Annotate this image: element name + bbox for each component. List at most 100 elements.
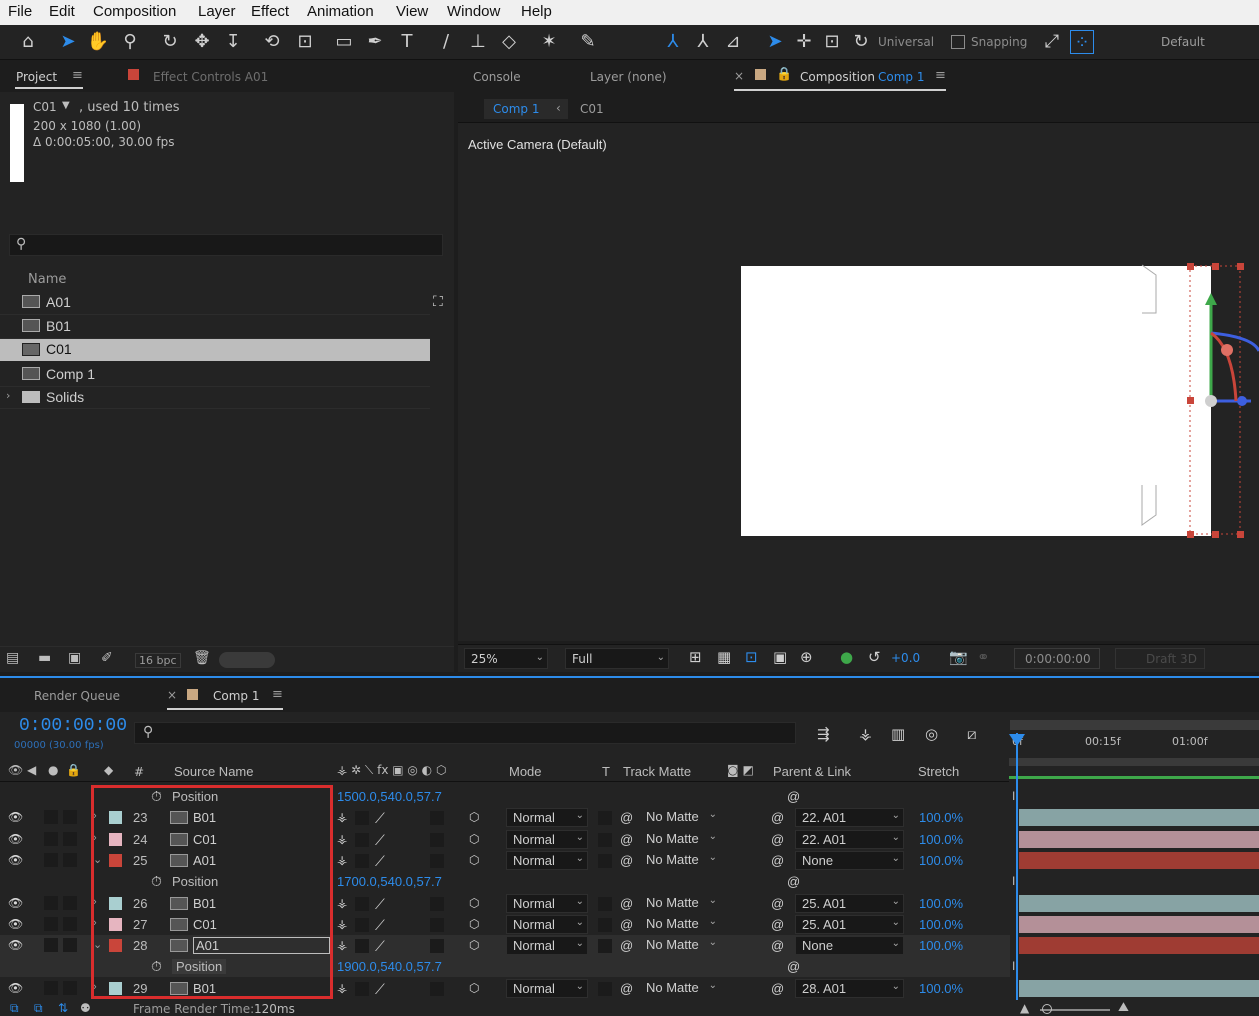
eye-icon[interactable]: 👁: [8, 981, 23, 995]
quality-switch-icon[interactable]: ⟋: [375, 917, 385, 934]
timeline-search-input[interactable]: ⚲: [134, 722, 796, 744]
frame-blending-icon[interactable]: ▥: [891, 725, 905, 743]
lock-toggle[interactable]: [63, 916, 77, 931]
parent-pickwhip-icon[interactable]: @: [771, 896, 784, 911]
grid-guides-icon[interactable]: ⊕: [800, 648, 813, 666]
bounds-handle[interactable]: [1237, 263, 1244, 270]
preserve-transparency-toggle[interactable]: [598, 811, 612, 826]
region-of-interest-icon[interactable]: ▣: [773, 648, 787, 666]
layer-duration-bar[interactable]: [1019, 809, 1259, 827]
new-composition-icon[interactable]: ▣: [68, 650, 81, 666]
rotate-gizmo-icon[interactable]: ↻: [849, 30, 873, 54]
preserve-transparency-toggle[interactable]: [598, 917, 612, 932]
3d-layer-icon[interactable]: ⬡: [469, 981, 479, 995]
parent-dropdown[interactable]: 22. A01 ⌄: [795, 829, 904, 849]
collapse-switch[interactable]: [355, 811, 369, 826]
layer-duration-bar[interactable]: [1019, 851, 1259, 869]
close-icon[interactable]: ×: [734, 69, 744, 83]
layer-duration-bar[interactable]: [1019, 830, 1259, 848]
parent-pickwhip-icon[interactable]: @: [771, 853, 784, 868]
pickwhip-icon[interactable]: @: [787, 874, 800, 889]
pickwhip-icon[interactable]: @: [787, 789, 800, 804]
quality-switch-icon[interactable]: ⟋: [375, 938, 385, 955]
tab-layer[interactable]: Layer (none): [590, 70, 667, 84]
solo-toggle[interactable]: [44, 916, 58, 931]
reset-exposure-icon[interactable]: ↺: [868, 648, 881, 666]
stretch-value[interactable]: 100.0%: [919, 938, 963, 953]
bpc-button[interactable]: 16 bpc: [135, 653, 181, 668]
panel-menu-icon[interactable]: ≡: [935, 68, 946, 83]
parent-pickwhip-icon[interactable]: @: [771, 917, 784, 932]
project-item-b01[interactable]: B01: [0, 315, 430, 339]
solo-toggle[interactable]: [44, 831, 58, 846]
rotation-arc[interactable]: [1210, 331, 1259, 352]
shy-switch-icon[interactable]: ⚶: [337, 896, 347, 910]
property-value[interactable]: 1500.0,540.0,57.7: [337, 789, 442, 804]
view-axis-icon[interactable]: ⊿: [721, 30, 745, 54]
color-channels-icon[interactable]: ●: [840, 648, 853, 666]
project-item-solids[interactable]: › Solids: [0, 387, 430, 409]
lock-toggle[interactable]: [63, 831, 77, 846]
tab-effect-controls[interactable]: Effect Controls A01: [153, 70, 268, 84]
collapse-switch[interactable]: [355, 832, 369, 847]
quality-switch-icon[interactable]: ⟋: [375, 853, 385, 870]
move-gizmo-icon[interactable]: ✛: [792, 30, 816, 54]
motion-blur-switch[interactable]: [430, 832, 444, 847]
rotation-arc[interactable]: [1210, 331, 1238, 402]
breadcrumb-c01[interactable]: C01: [580, 102, 604, 116]
menu-effect[interactable]: Effect: [251, 3, 289, 20]
eye-icon[interactable]: 👁: [8, 917, 23, 931]
solo-icon[interactable]: ●: [48, 763, 58, 777]
lock-icon[interactable]: 🔒: [776, 67, 792, 82]
motion-blur-switch[interactable]: [430, 981, 444, 996]
keyframe-marker-icon[interactable]: I: [1012, 959, 1015, 973]
shy-switch-icon[interactable]: ⚶: [337, 917, 347, 931]
stretch-value[interactable]: 100.0%: [919, 810, 963, 825]
mode-dropdown[interactable]: Normal ⌄: [506, 978, 588, 998]
menu-composition[interactable]: Composition: [93, 3, 176, 20]
bounds-handle[interactable]: [1212, 263, 1219, 270]
rotation-tool-icon[interactable]: ⟲: [260, 30, 284, 54]
solo-toggle[interactable]: [44, 895, 58, 910]
lock-toggle[interactable]: [63, 895, 77, 910]
mode-dropdown[interactable]: Normal ⌄: [506, 850, 588, 870]
show-snapshot-icon[interactable]: ⚭: [977, 648, 990, 666]
tab-composition[interactable]: Composition: [800, 70, 875, 84]
motion-blur-switch[interactable]: [430, 853, 444, 868]
layer-duration-bar[interactable]: [1019, 894, 1259, 912]
x-axis-knob[interactable]: [1237, 396, 1247, 406]
resolution-dropdown[interactable]: Full ⌄: [565, 648, 669, 669]
3d-layer-icon[interactable]: ⬡: [469, 917, 479, 931]
matte-pickwhip-icon[interactable]: @: [620, 938, 633, 953]
eye-icon[interactable]: 👁: [8, 853, 23, 867]
home-icon[interactable]: ⌂: [16, 30, 40, 54]
track-matte-dropdown[interactable]: No Matte ⌄: [640, 894, 720, 913]
transfer-controls-toggle-icon[interactable]: ⧉: [34, 1001, 43, 1016]
pen-tool-icon[interactable]: ✒: [363, 30, 387, 54]
parent-dropdown[interactable]: None ⌄: [795, 936, 904, 956]
solo-toggle[interactable]: [44, 852, 58, 867]
mode-dropdown[interactable]: Normal ⌄: [506, 829, 588, 849]
pan-behind-tool-icon[interactable]: ⊡: [293, 30, 317, 54]
current-time-field[interactable]: 0:00:00:00: [1014, 648, 1100, 669]
type-tool-icon[interactable]: T: [395, 30, 419, 54]
preserve-transparency-toggle[interactable]: [598, 896, 612, 911]
tab-project[interactable]: Project: [16, 70, 57, 84]
solo-toggle[interactable]: [44, 980, 58, 995]
motion-blur-switch[interactable]: [430, 811, 444, 826]
panel-menu-icon[interactable]: ≡: [272, 687, 283, 702]
magnification-dropdown[interactable]: 25% ⌄: [464, 648, 548, 669]
audio-toggle-icon[interactable]: ◀: [27, 763, 36, 777]
parent-pickwhip-icon[interactable]: @: [771, 981, 784, 996]
stretch-value[interactable]: 100.0%: [919, 981, 963, 996]
world-axis-icon[interactable]: ⅄: [691, 30, 715, 54]
exposure-value[interactable]: +0.0: [891, 651, 920, 665]
menu-view[interactable]: View: [396, 3, 428, 20]
track-matte-dropdown[interactable]: No Matte ⌄: [640, 808, 720, 827]
keyframe-marker-icon[interactable]: I: [1012, 874, 1015, 888]
preserve-transparency-toggle[interactable]: [598, 832, 612, 847]
panel-menu-icon[interactable]: ≡: [72, 68, 83, 83]
zoom-slider-knob[interactable]: [1042, 1004, 1052, 1014]
stretch-value[interactable]: 100.0%: [919, 896, 963, 911]
timeline-navigator[interactable]: [1009, 758, 1259, 766]
